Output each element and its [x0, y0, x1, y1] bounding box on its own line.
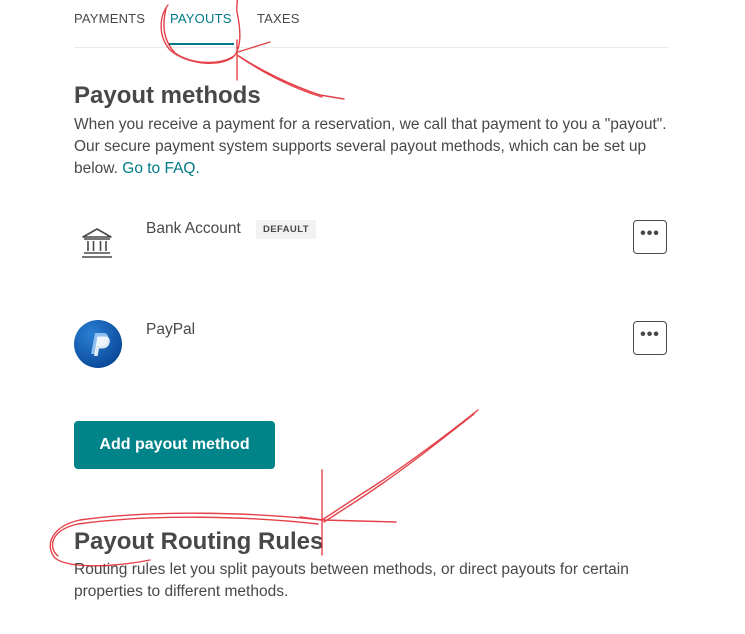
bank-account-label: Bank Account: [146, 220, 241, 237]
paypal-more-button[interactable]: •••: [633, 321, 667, 355]
paypal-label: PayPal: [146, 321, 196, 338]
payout-methods-description: When you receive a payment for a reserva…: [74, 114, 674, 180]
tab-payments[interactable]: PAYMENTS: [74, 11, 145, 26]
payout-routing-rules-description: Routing rules let you split payouts betw…: [74, 561, 629, 600]
default-badge: DEFAULT: [256, 220, 316, 239]
active-tab-indicator: [169, 43, 234, 45]
bank-account-more-button[interactable]: •••: [633, 220, 667, 254]
bank-icon: [82, 228, 112, 258]
payout-routing-rules-title: Payout Routing Rules: [74, 528, 324, 555]
faq-link[interactable]: Go to FAQ.: [122, 160, 200, 177]
routing-arrow-annotation: [299, 409, 479, 556]
paypal-icon: [74, 320, 122, 368]
tab-taxes[interactable]: TAXES: [257, 11, 300, 26]
payout-methods-title: Payout methods: [74, 82, 261, 109]
add-payout-method-button[interactable]: Add payout method: [74, 421, 275, 469]
tab-payouts[interactable]: PAYOUTS: [170, 11, 232, 26]
tab-bar: [74, 0, 669, 48]
